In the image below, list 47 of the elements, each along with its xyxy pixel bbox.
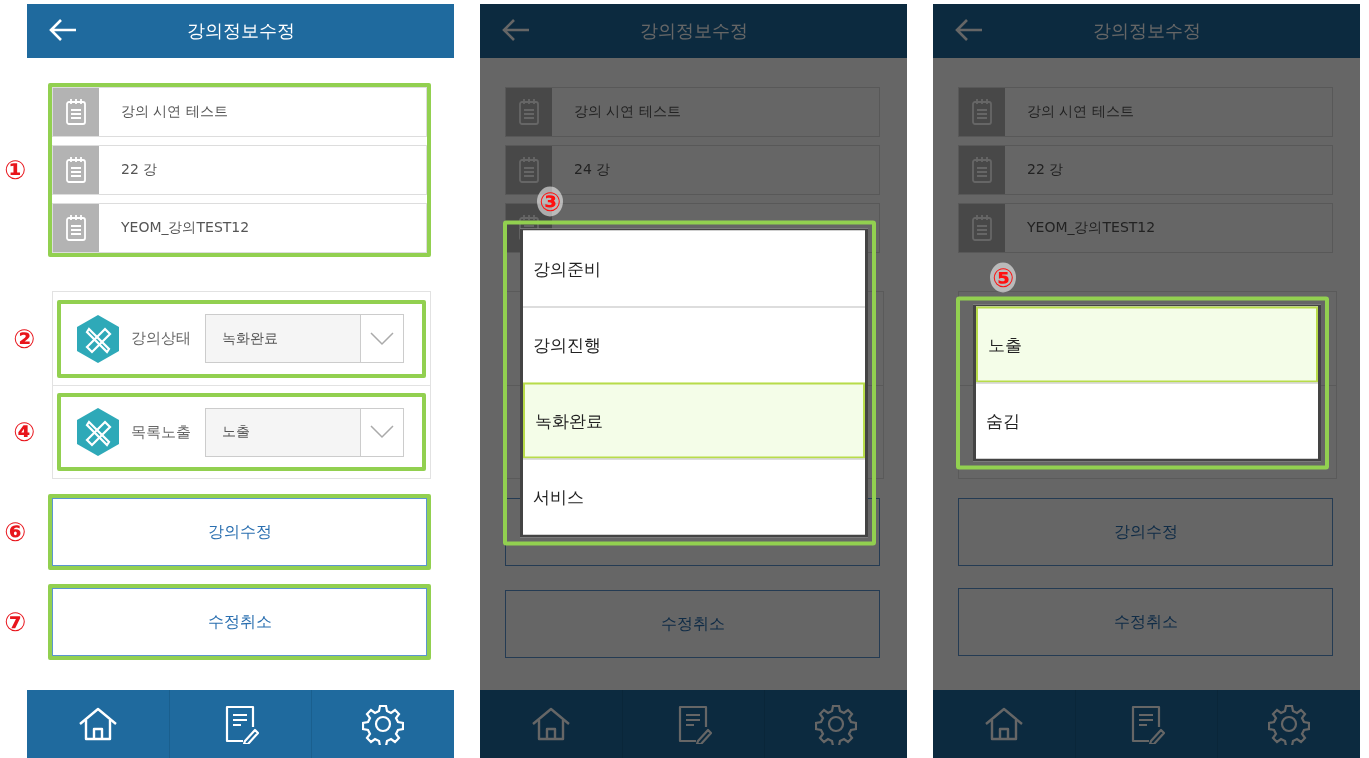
notepad-icon [971, 98, 993, 126]
callout-number: ③ [537, 186, 563, 217]
text-field[interactable]: YEOM_강의TEST12 [52, 203, 427, 253]
action-button[interactable]: 강의수정 [52, 498, 427, 566]
pencil-ruler-icon [75, 407, 121, 457]
screen-title: 강의정보수정 [1092, 19, 1201, 43]
screen-title: 강의정보수정 [186, 19, 295, 43]
callout-number: ⑦ [4, 609, 26, 635]
callout-number: ④ [13, 419, 35, 445]
callout-number: ② [13, 325, 35, 352]
callout-number: ⑥ [4, 519, 26, 545]
dropdown-option[interactable]: 서비스 [523, 458, 865, 535]
back-button[interactable] [955, 18, 983, 42]
back-button[interactable] [49, 18, 77, 42]
settings-icon [815, 703, 858, 745]
back-arrow-icon [49, 18, 77, 42]
notepad-icon [971, 156, 993, 184]
chevron-down-icon [370, 425, 394, 439]
select-label: 목록노출 [131, 422, 192, 442]
text-field[interactable]: 강의 시연 테스트 [52, 87, 427, 137]
text-field[interactable]: 22 강 [52, 145, 427, 195]
select-label: 강의상태 [131, 329, 192, 348]
notepad-icon [65, 98, 87, 126]
settings-icon [1268, 703, 1311, 745]
notepad-icon [971, 214, 993, 242]
dropdown-select[interactable]: 녹화완료 [205, 314, 404, 363]
chevron-down-icon [370, 331, 394, 346]
screen-title: 강의정보수정 [639, 19, 748, 43]
callout-number: ① [4, 157, 26, 183]
home-icon [77, 706, 118, 742]
callout-number: ⑤ [990, 262, 1016, 293]
notepad-icon [518, 98, 540, 126]
action-button[interactable]: 수정취소 [52, 588, 427, 656]
home-icon [983, 706, 1024, 742]
dropdown-option[interactable]: 노출 [976, 306, 1318, 383]
pencil-ruler-icon [75, 313, 121, 364]
back-arrow-icon [502, 18, 530, 42]
notepad-icon [65, 214, 87, 242]
dropdown-option[interactable]: 녹화완료 [523, 382, 865, 459]
settings-icon [362, 703, 405, 745]
dropdown-option[interactable]: 숨김 [976, 382, 1318, 459]
back-arrow-icon [955, 18, 983, 42]
back-button[interactable] [502, 18, 530, 42]
home-icon [530, 706, 571, 742]
dropdown-select[interactable]: 노출 [205, 407, 404, 457]
notepad-icon [65, 156, 87, 184]
notepad-icon [518, 156, 540, 184]
